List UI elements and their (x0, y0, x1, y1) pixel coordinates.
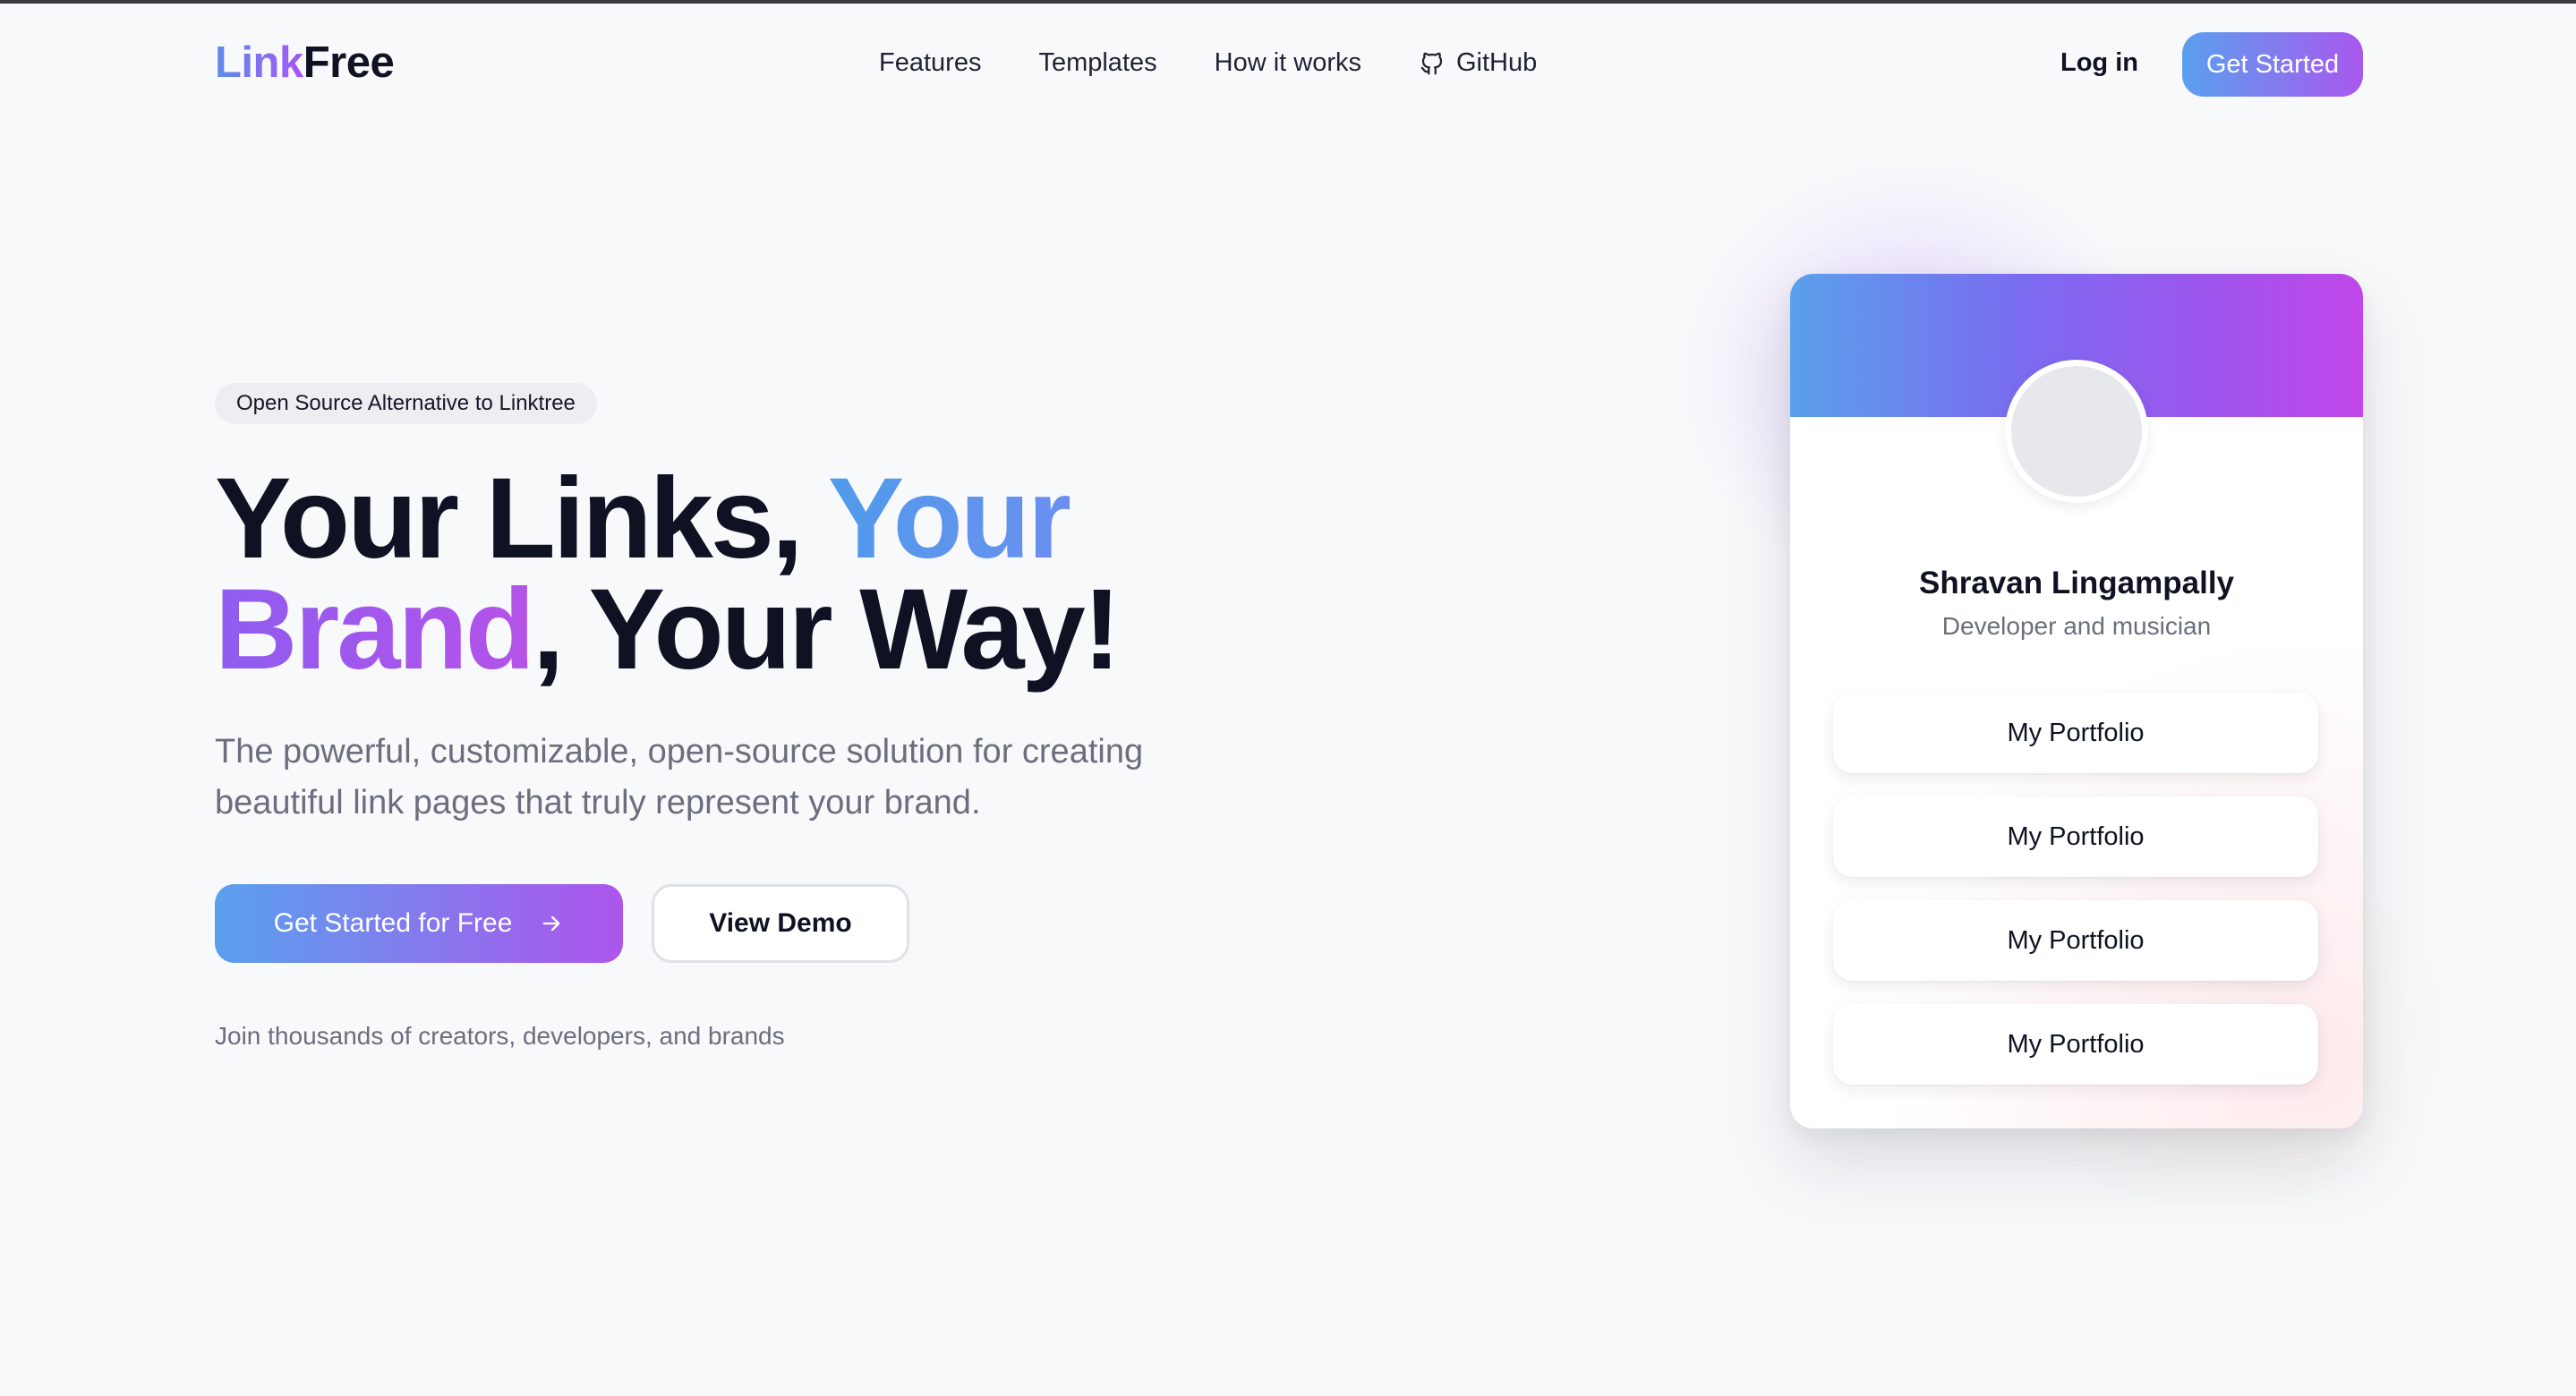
profile-name: Shravan Lingampally (1918, 566, 2235, 600)
headline-brand-gradient: Brand (215, 566, 535, 694)
open-source-badge: Open Source Alternative to Linktree (215, 383, 597, 424)
profile-link-button[interactable]: My Portfolio (1833, 1004, 2318, 1085)
headline-part-4: , Your Way! (532, 566, 1121, 694)
hero-subtitle: The powerful, customizable, open-source … (215, 733, 1144, 821)
github-icon (1420, 52, 1443, 74)
top-navigation: LinkFree Features Templates How it works… (0, 4, 2576, 125)
social-proof-text: Join thousands of creators, developers, … (215, 1022, 785, 1050)
logo-link-text: Link (215, 38, 303, 87)
linkfree-logo[interactable]: LinkFree (215, 38, 395, 88)
avatar (2005, 360, 2148, 503)
logo-free-text: Free (303, 38, 395, 87)
hero-headline: Your Links, Your Brand, Your Way! (215, 462, 1378, 687)
nav-link-how-it-works[interactable]: How it works (1215, 48, 1361, 78)
nav-link-github-label: GitHub (1455, 48, 1538, 77)
login-link[interactable]: Log in (2060, 48, 2138, 78)
profile-link-button[interactable]: My Portfolio (1833, 693, 2318, 773)
arrow-right-icon (543, 915, 560, 932)
profile-link-button[interactable]: My Portfolio (1833, 900, 2318, 981)
get-started-free-button[interactable]: Get Started for Free (215, 884, 623, 963)
profile-preview-card: Shravan Lingampally Developer and musici… (1790, 274, 2363, 1128)
nav-link-templates[interactable]: Templates (1038, 48, 1156, 78)
profile-bio: Developer and musician (1941, 612, 2212, 640)
nav-link-github[interactable]: GitHub (1419, 48, 1537, 78)
headline-your-gradient: Your (827, 455, 1072, 583)
get-started-free-label: Get Started for Free (273, 908, 513, 938)
nav-link-features[interactable]: Features (879, 48, 981, 78)
profile-link-button[interactable]: My Portfolio (1833, 796, 2318, 877)
view-demo-button[interactable]: View Demo (652, 884, 909, 963)
headline-part-1: Your Links, (215, 455, 828, 583)
get-started-button[interactable]: Get Started (2182, 32, 2363, 97)
nav-links: Features Templates How it works GitHub (879, 48, 1537, 78)
